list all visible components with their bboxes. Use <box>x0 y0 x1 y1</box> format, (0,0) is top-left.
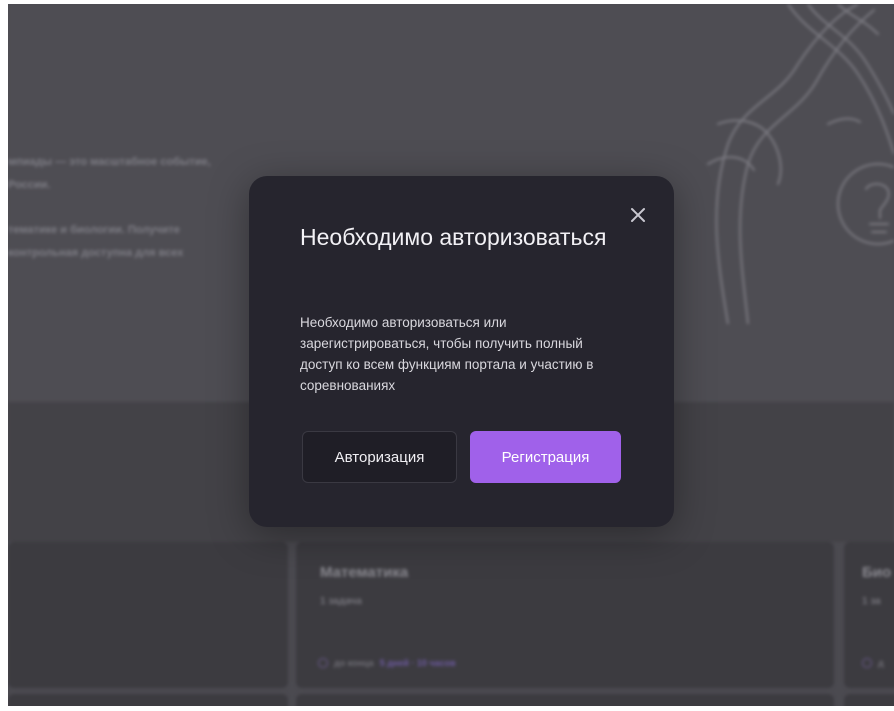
deadline-value: 5 дней · 10 часов <box>379 658 456 668</box>
deadline-label: до конца <box>334 658 374 668</box>
clock-icon <box>862 658 872 668</box>
login-button[interactable]: Авторизация <box>302 431 457 483</box>
hero-illustration <box>707 4 894 324</box>
modal-title: Необходимо авторизоваться <box>300 224 607 250</box>
card-title: Математика <box>320 564 409 581</box>
card-deadline: до конца 5 дней · 10 часов <box>318 658 456 668</box>
register-button[interactable]: Регистрация <box>470 431 621 483</box>
deadline-label: д <box>878 658 884 668</box>
hero-text-line: контрольная доступна для всех <box>8 247 184 259</box>
page-frame: мпиады — это масштабное событие, России.… <box>8 4 894 706</box>
close-button[interactable] <box>625 202 651 228</box>
clock-icon <box>318 658 328 668</box>
card-subtitle: 1 задача <box>320 596 362 607</box>
hero-text-line: России. <box>8 179 51 191</box>
card-row-next <box>844 694 894 706</box>
hero-text-line: тематике и биологии. Получите <box>8 224 180 236</box>
subject-card-bio[interactable]: Био 1 за д <box>844 542 894 688</box>
auth-modal: Необходимо авторизоваться Необходимо авт… <box>249 176 674 527</box>
modal-description: Необходимо авторизоваться или зарегистри… <box>300 315 594 393</box>
card-deadline: д <box>862 658 884 668</box>
card-row-next <box>296 694 834 706</box>
card-row-next <box>8 694 288 706</box>
card-subtitle: 1 за <box>862 596 881 607</box>
subject-card <box>8 542 288 688</box>
close-icon <box>631 208 645 222</box>
subject-card-math[interactable]: Математика 1 задача до конца 5 дней · 10… <box>296 542 834 688</box>
card-title: Био <box>862 564 892 581</box>
hero-text-line: мпиады — это масштабное событие, <box>8 156 211 168</box>
